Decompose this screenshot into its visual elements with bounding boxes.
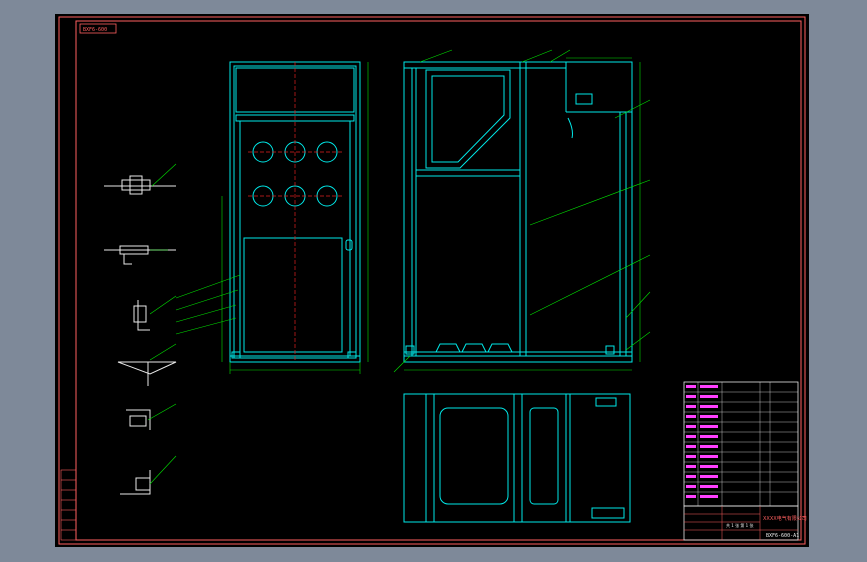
cad-viewport[interactable]: BXF6-600 XXXX电气有限公司 共 1 张 第 1 张 BXF6-600… [0, 0, 867, 562]
title-block-sheet: 共 1 张 第 1 张 [726, 522, 753, 528]
title-block-drawing-number: BXF6-600-A1 [766, 533, 799, 539]
title-block-company: XXXX电气有限公司 [763, 515, 807, 522]
title-tag-text: BXF6-600 [83, 27, 107, 33]
